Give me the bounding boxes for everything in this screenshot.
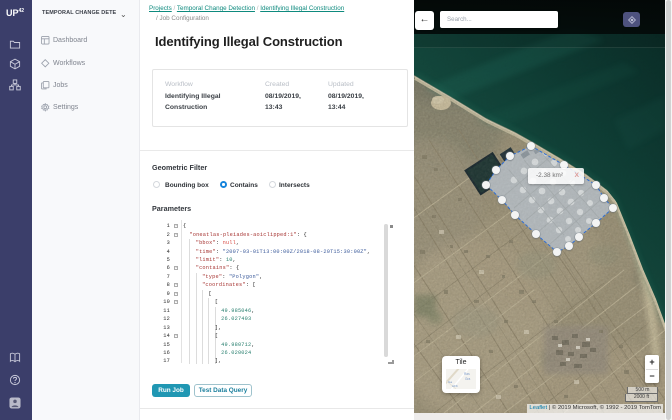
svg-text:AFK: AFK [452,384,458,388]
svg-text:Gra: Gra [465,377,471,381]
svg-text:Ras: Ras [464,372,470,376]
